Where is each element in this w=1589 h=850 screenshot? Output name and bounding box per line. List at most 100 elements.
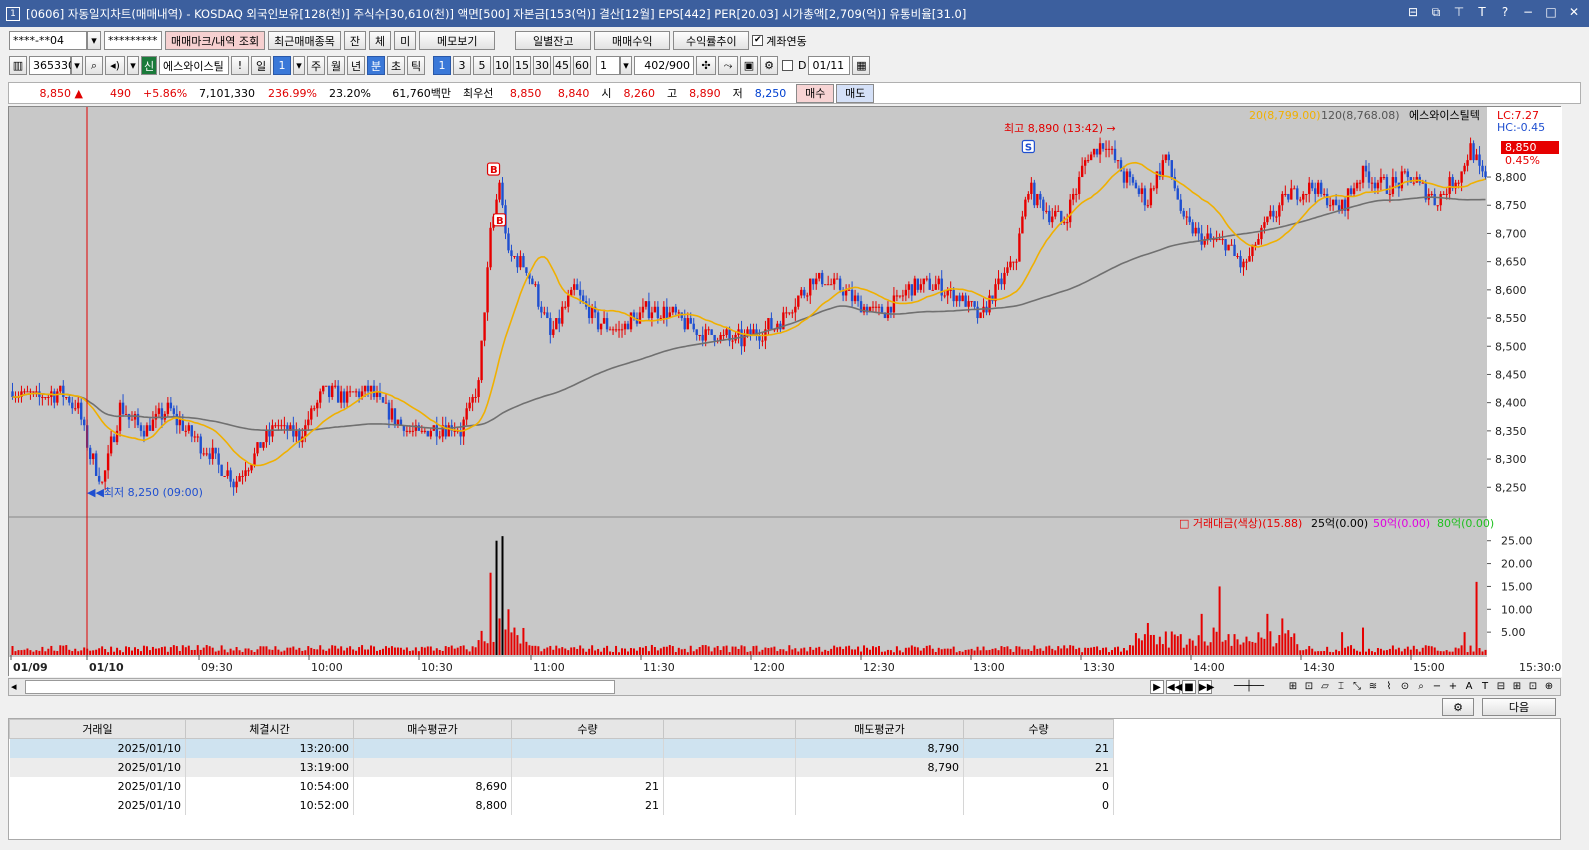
volume-bar[interactable]: [175, 646, 178, 655]
candle-body[interactable]: [1269, 210, 1272, 217]
candle-body[interactable]: [393, 408, 397, 426]
volume-bar[interactable]: [29, 650, 32, 655]
volume-bar[interactable]: [833, 645, 836, 655]
volume-bar[interactable]: [1125, 650, 1128, 655]
volume-bar[interactable]: [713, 647, 716, 655]
volume-bar[interactable]: [650, 644, 653, 655]
candle-body[interactable]: [178, 419, 182, 426]
candle-body[interactable]: [943, 295, 946, 297]
candle-body[interactable]: [53, 391, 56, 403]
volume-bar[interactable]: [1427, 645, 1430, 655]
volume-bar[interactable]: [629, 648, 632, 655]
volume-bar[interactable]: [289, 647, 292, 655]
account-dropdown-icon[interactable]: ▾: [87, 31, 101, 50]
candle-body[interactable]: [1215, 239, 1218, 241]
volume-bar[interactable]: [1096, 646, 1099, 655]
volume-bar[interactable]: [1075, 649, 1078, 655]
volume-bar[interactable]: [178, 650, 181, 655]
count-select[interactable]: 1: [596, 56, 620, 75]
volume-bar[interactable]: [501, 536, 504, 655]
candle-body[interactable]: [662, 306, 666, 319]
volume-bar[interactable]: [1179, 634, 1182, 655]
volume-bar[interactable]: [1478, 648, 1481, 655]
candle-body[interactable]: [967, 301, 970, 307]
candle-body[interactable]: [1176, 188, 1179, 200]
volume-bar[interactable]: [495, 540, 498, 655]
volume-bar[interactable]: [1332, 652, 1335, 655]
volume-bar[interactable]: [603, 647, 606, 655]
candle-body[interactable]: [483, 312, 486, 341]
candle-body[interactable]: [1128, 171, 1132, 178]
candle-body[interactable]: [1092, 148, 1096, 155]
candle-body[interactable]: [590, 306, 594, 319]
volume-bar[interactable]: [1057, 646, 1060, 655]
calendar-icon[interactable]: ▦: [852, 56, 871, 75]
volume-bar[interactable]: [292, 646, 295, 655]
period-value[interactable]: 1: [273, 56, 291, 75]
candle-body[interactable]: [250, 464, 253, 471]
volume-bar[interactable]: [525, 641, 528, 655]
candle-body[interactable]: [369, 385, 373, 392]
candle-body[interactable]: [1472, 143, 1475, 161]
save-icon[interactable]: ▣: [740, 56, 758, 75]
period-minute-button[interactable]: 분: [367, 56, 385, 75]
volume-bar[interactable]: [107, 652, 110, 655]
candle-body[interactable]: [1006, 267, 1009, 273]
volume-bar[interactable]: [1069, 645, 1072, 655]
volume-bar[interactable]: [683, 648, 686, 655]
candle-body[interactable]: [818, 272, 821, 279]
volume-bar[interactable]: [668, 645, 671, 655]
candle-body[interactable]: [886, 306, 890, 319]
candle-body[interactable]: [1167, 154, 1170, 161]
scroll-thumb[interactable]: [25, 680, 615, 694]
nav-icon-3[interactable]: ▶▶: [1198, 680, 1214, 694]
volume-bar[interactable]: [719, 650, 722, 655]
volume-bar[interactable]: [519, 643, 522, 655]
candle-body[interactable]: [1406, 171, 1410, 178]
draw-icon[interactable]: ⤳: [718, 56, 738, 75]
candle-body[interactable]: [934, 284, 937, 290]
volume-bar[interactable]: [435, 648, 438, 655]
volume-bar[interactable]: [632, 648, 635, 655]
candle-body[interactable]: [1063, 222, 1066, 224]
volume-bar[interactable]: [731, 646, 734, 655]
candle-body[interactable]: [931, 289, 934, 291]
candle-body[interactable]: [1242, 261, 1245, 268]
candle-body[interactable]: [1311, 182, 1314, 189]
candle-body[interactable]: [181, 419, 185, 431]
candle-body[interactable]: [1027, 193, 1030, 200]
candle-body[interactable]: [325, 385, 328, 387]
volume-bar[interactable]: [913, 646, 916, 655]
candle-body[interactable]: [540, 306, 543, 313]
volume-bar[interactable]: [387, 647, 390, 655]
volume-bar[interactable]: [794, 648, 797, 655]
candle-body[interactable]: [244, 470, 247, 476]
chart-tool-icon-5[interactable]: ≋: [1366, 680, 1380, 694]
volume-bar[interactable]: [564, 648, 567, 655]
volume-bar[interactable]: [558, 648, 561, 655]
volume-bar[interactable]: [889, 650, 892, 655]
volume-bar[interactable]: [277, 649, 280, 655]
volume-bar[interactable]: [516, 635, 519, 655]
volume-bar[interactable]: [770, 647, 773, 655]
password-field[interactable]: *********: [104, 31, 162, 50]
volume-bar[interactable]: [821, 651, 824, 655]
candle-body[interactable]: [513, 256, 516, 258]
min-30-button[interactable]: 30: [533, 56, 551, 75]
volume-bar[interactable]: [734, 646, 737, 655]
volume-bar[interactable]: [818, 646, 821, 655]
volume-bar[interactable]: [196, 645, 199, 655]
volume-bar[interactable]: [543, 648, 546, 655]
candle-body[interactable]: [531, 278, 534, 285]
volume-bar[interactable]: [1006, 646, 1009, 655]
candle-body[interactable]: [32, 391, 35, 393]
volume-bar[interactable]: [462, 645, 465, 655]
candle-body[interactable]: [29, 391, 32, 393]
volume-bar[interactable]: [331, 645, 334, 655]
candle-body[interactable]: [979, 312, 982, 319]
candle-body[interactable]: [797, 295, 800, 307]
candle-body[interactable]: [1302, 193, 1305, 200]
volume-bar[interactable]: [1311, 648, 1314, 655]
volume-bar[interactable]: [1412, 645, 1415, 655]
candle-body[interactable]: [1263, 222, 1266, 228]
